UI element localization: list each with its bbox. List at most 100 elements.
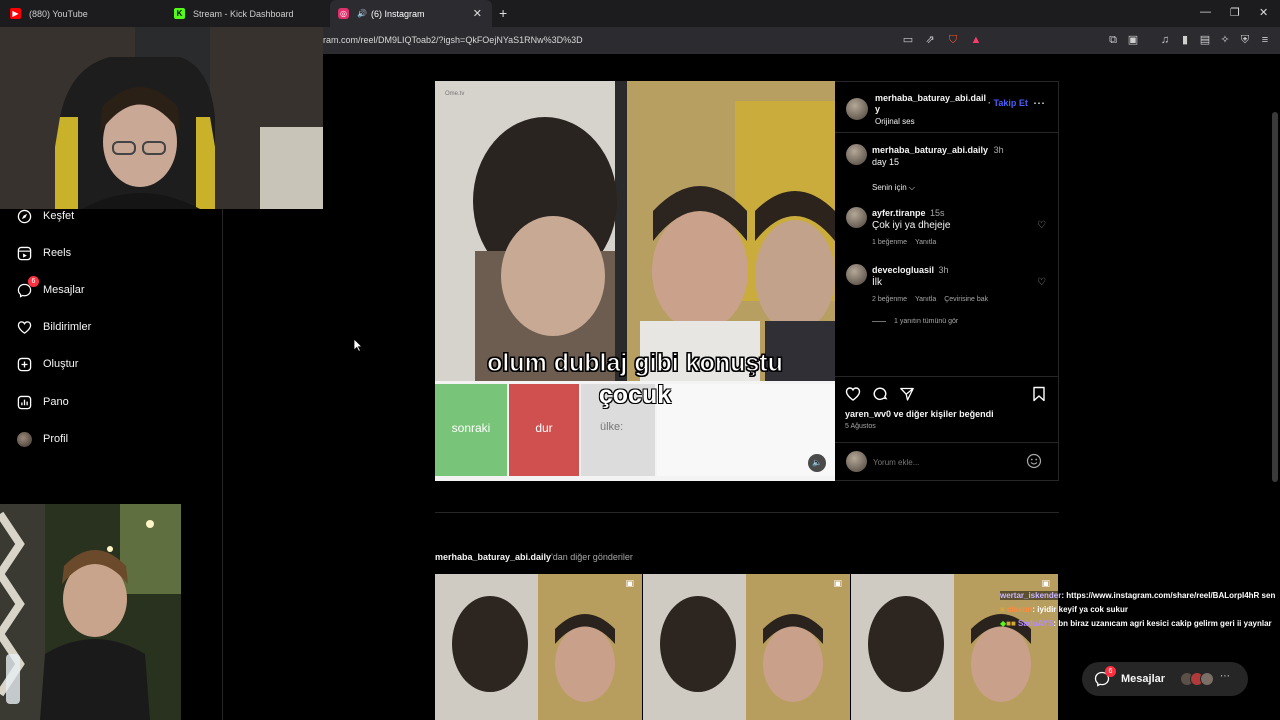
comment-like-icon[interactable]: ♡ <box>1037 220 1046 231</box>
thumbnail-image <box>435 574 642 720</box>
sidebar-item-dashboard[interactable]: Pano <box>16 394 69 410</box>
comment-avatar[interactable] <box>846 207 867 228</box>
sidebar-item-profile[interactable]: Profil <box>16 431 68 447</box>
translate-button[interactable]: Çevirisine bak <box>944 296 988 303</box>
cast-icon[interactable]: ▭ <box>901 33 915 47</box>
tab-kick[interactable]: K Stream - Kick Dashboard <box>174 0 334 27</box>
reel-video[interactable]: Ome.tv olum dublaj gibi konuştu çocuk so… <box>435 81 835 481</box>
chart-icon <box>16 394 32 410</box>
comment-user[interactable]: ayfer.tiranpe <box>872 208 926 218</box>
post-thumbnail[interactable]: ▣ <box>435 574 642 720</box>
minimize-icon[interactable]: — <box>1200 6 1211 18</box>
more-posts-author[interactable]: merhaba_baturay_abi.daily <box>435 552 551 562</box>
brave-rewards-icon[interactable]: ▲ <box>969 33 983 47</box>
menu-icon[interactable]: ≡ <box>1258 33 1272 47</box>
brave-shield-icon[interactable]: ⛉ <box>946 33 960 47</box>
caption-author[interactable]: merhaba_baturay_abi.daily <box>872 145 988 155</box>
caption-avatar[interactable] <box>846 144 867 165</box>
tab-youtube[interactable]: ▶ (880) YouTube <box>10 0 170 27</box>
extensions-icon[interactable]: ⧉ <box>1106 33 1120 47</box>
post-author[interactable]: merhaba_baturay_abi.dail <box>875 93 986 103</box>
share-icon[interactable]: ⇗ <box>923 33 937 47</box>
sidebar-toggle-icon[interactable]: ▮ <box>1178 33 1192 47</box>
close-window-icon[interactable]: ✕ <box>1259 6 1268 19</box>
panel-divider <box>835 442 1058 443</box>
follow-button[interactable]: · Takip Et <box>988 98 1028 108</box>
compass-icon <box>16 208 32 224</box>
sort-label: Senin için <box>872 183 907 192</box>
vpn-icon[interactable]: ⛨ <box>1238 33 1252 47</box>
reply-button[interactable]: Yanıtla <box>915 239 936 246</box>
liked-by-text[interactable]: yaren_wv0 ve diğer kişiler beğendi <box>845 409 994 419</box>
post-thumbnail[interactable]: ▣ <box>643 574 850 720</box>
save-icon[interactable] <box>1032 386 1046 404</box>
reel-icon: ▣ <box>833 578 842 588</box>
country-label: ülke: <box>600 421 624 433</box>
reel-icon: ▣ <box>625 578 634 588</box>
caption-time: 3h <box>993 145 1004 155</box>
wallet-icon[interactable]: ▤ <box>1198 33 1212 47</box>
maximize-icon[interactable]: ❐ <box>1230 6 1240 19</box>
url-field[interactable]: ram.com/reel/DM9LIQToab2/?igsh=QkFOejNYa… <box>323 35 583 45</box>
sidebar-item-reels[interactable]: Reels <box>16 245 71 261</box>
close-tab-icon[interactable]: ✕ <box>473 7 482 20</box>
like-icon[interactable] <box>845 386 861 404</box>
avatar <box>16 431 32 447</box>
audio-label[interactable]: Orijinal ses <box>875 117 915 126</box>
kick-icon: K <box>174 8 185 19</box>
mute-toggle-icon[interactable]: 🔈 <box>808 454 826 472</box>
sidebar-item-notifications[interactable]: Bildirimler <box>16 319 91 335</box>
sidebar-item-label: Bildirimler <box>43 321 92 333</box>
instagram-icon: ◎ <box>338 8 349 19</box>
sidebar-item-label: Pano <box>43 396 69 408</box>
liked-by-user[interactable]: yaren_wv0 <box>845 409 891 419</box>
heart-icon <box>16 319 32 335</box>
comment: ayfer.tiranpe 15s <box>872 208 945 218</box>
tab-label: (6) Instagram <box>370 8 425 19</box>
sort-dropdown[interactable]: Senin için ⌵ <box>872 183 915 193</box>
share-icon[interactable] <box>899 386 915 404</box>
omegle-watermark: Ome.tv <box>445 91 465 97</box>
sidebar-item-label: Profil <box>43 433 69 445</box>
leo-ai-icon[interactable]: ✧ <box>1218 33 1232 47</box>
chat-user: wertar_iskender <box>1000 591 1062 600</box>
new-tab-button[interactable]: + <box>499 5 507 21</box>
comment-likes[interactable]: 2 beğenme <box>872 296 907 303</box>
caption-text: day 15 <box>872 157 900 167</box>
screenshot-icon[interactable]: ▣ <box>1126 33 1140 47</box>
messages-pill[interactable]: 6 Mesajlar ⋯ <box>1082 662 1248 696</box>
comment-text: Çok iyi ya dhejeje <box>872 220 951 231</box>
comment-user[interactable]: deveclogluasil <box>872 265 934 275</box>
badge-icon: ■■ <box>1006 619 1019 628</box>
comment-input[interactable] <box>873 455 1013 469</box>
music-icon[interactable]: ♫ <box>1158 33 1172 47</box>
reply-button[interactable]: Yanıtla <box>915 296 936 303</box>
tab-instagram[interactable]: ◎ 🔊 (6) Instagram ✕ <box>330 0 492 27</box>
comment-icon[interactable] <box>872 386 888 404</box>
chat-user: SadoAYS <box>1018 619 1054 628</box>
panel-divider <box>835 132 1058 133</box>
author-avatar[interactable] <box>846 98 868 120</box>
chevron-down-icon: ⌵ <box>908 183 915 192</box>
sidebar-item-explore[interactable]: Keşfet <box>16 208 74 224</box>
webcam-overlay <box>0 504 181 720</box>
more-options-icon[interactable]: ⋯ <box>1033 96 1045 110</box>
view-replies-button[interactable]: 1 yanıtın tümünü gör <box>872 318 958 325</box>
follow-label: Takip Et <box>993 98 1028 108</box>
chat-text: : bn biraz uzanıcam agri kesici cakip ge… <box>1053 619 1272 628</box>
webcam-image <box>0 504 181 720</box>
post-date: 5 Ağustos <box>845 423 876 430</box>
comment-likes[interactable]: 1 beğenme <box>872 239 907 246</box>
comment-avatar[interactable] <box>846 264 867 285</box>
mouse-cursor-icon <box>353 338 363 352</box>
page-scrollbar[interactable] <box>1272 112 1278 482</box>
stop-button: dur <box>535 421 553 435</box>
more-posts-grid: ▣ ▣ ▣ <box>435 574 1059 720</box>
sidebar-item-create[interactable]: Oluştur <box>16 356 78 372</box>
post-author-wrap: y <box>875 104 881 114</box>
emoji-icon[interactable] <box>1026 453 1042 471</box>
speaker-icon: 🔊 <box>357 9 367 18</box>
panel-divider <box>835 376 1058 377</box>
sidebar-item-messages[interactable]: 6 Mesajlar <box>16 276 85 298</box>
comment-like-icon[interactable]: ♡ <box>1037 277 1046 288</box>
